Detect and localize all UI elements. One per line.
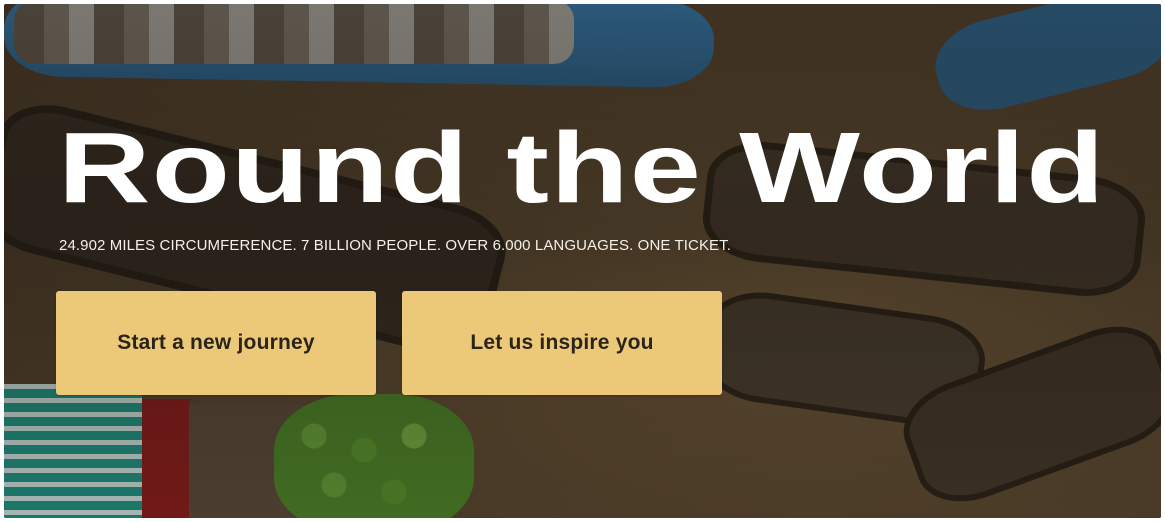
image-overlay <box>4 4 1161 518</box>
hero-title: Round the World <box>58 112 1106 224</box>
hero-banner: Round the World 24.902 MILES CIRCUMFEREN… <box>4 4 1161 518</box>
inspire-me-button[interactable]: Let us inspire you <box>402 291 722 395</box>
hero-background-image <box>4 4 1161 518</box>
start-journey-button[interactable]: Start a new journey <box>56 291 376 395</box>
hero-tagline: 24.902 MILES CIRCUMFERENCE. 7 BILLION PE… <box>59 237 732 254</box>
